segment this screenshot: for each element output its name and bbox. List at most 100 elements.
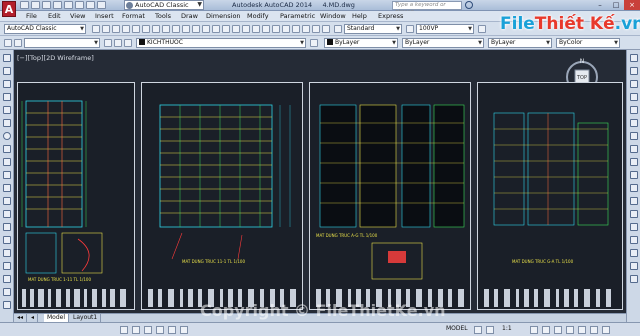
copy-icon[interactable] [630,67,638,75]
otrack-icon[interactable] [180,326,188,334]
calculator-icon[interactable] [312,25,320,33]
print-icon[interactable] [64,1,73,9]
open-icon[interactable] [31,1,40,9]
tool-palettes-icon[interactable] [282,25,290,33]
copy-icon[interactable] [172,25,180,33]
hatch-icon[interactable] [3,236,11,244]
line-icon[interactable] [3,54,11,62]
table-icon[interactable] [3,275,11,283]
maximize-button[interactable]: □ [608,0,624,10]
explode-icon[interactable] [630,275,638,283]
arc-icon[interactable] [3,119,11,127]
open-icon[interactable] [112,25,120,33]
zoom-realtime-icon[interactable] [232,25,240,33]
extend-icon[interactable] [630,184,638,192]
workspace-switching-icon[interactable] [542,326,550,334]
design-center-icon[interactable] [272,25,280,33]
construction-line-icon[interactable] [3,67,11,75]
properties-icon[interactable] [262,25,270,33]
compass-north[interactable]: N [580,58,585,65]
spline-icon[interactable] [3,158,11,166]
menu-modify[interactable]: Modify [247,12,269,20]
zoom-window-icon[interactable] [242,25,250,33]
menu-format[interactable]: Format [122,12,145,20]
search-icon[interactable] [465,1,473,9]
pan-icon[interactable] [222,25,230,33]
isolate-objects-icon[interactable] [578,326,586,334]
menu-window[interactable]: Window [320,12,346,20]
ellipse-arc-icon[interactable] [3,184,11,192]
status-menu-icon[interactable] [590,326,598,334]
trim-icon[interactable] [630,171,638,179]
undo-icon[interactable] [75,1,84,9]
menu-edit[interactable]: Edit [48,12,61,20]
array-icon[interactable] [630,106,638,114]
rotate-icon[interactable] [630,132,638,140]
close-button[interactable]: × [624,0,640,10]
blend-curves-icon[interactable] [630,262,638,270]
region-icon[interactable] [3,262,11,270]
offset-icon[interactable] [630,93,638,101]
annotation-scale[interactable]: 1:1 [502,325,512,332]
help-icon[interactable] [322,25,330,33]
cut-icon[interactable] [162,25,170,33]
move-icon[interactable] [630,119,638,127]
fillet-icon[interactable] [630,249,638,257]
make-block-icon[interactable] [3,210,11,218]
scale-icon[interactable] [630,145,638,153]
new-icon[interactable] [20,1,29,9]
table-style-icon[interactable] [478,25,486,33]
dim-style-icon[interactable] [406,25,414,33]
ellipse-icon[interactable] [3,171,11,179]
quick-view-layouts-icon[interactable] [474,326,482,334]
paste-icon[interactable] [182,25,190,33]
dropdown-icon[interactable] [97,1,106,9]
layer-state-icon[interactable] [14,39,22,47]
lock-icon[interactable] [124,39,132,47]
plot-style-combo[interactable]: ByColor ▼ [556,38,620,48]
minimize-button[interactable]: – [592,0,608,10]
stretch-icon[interactable] [630,158,638,166]
hardware-acceleration-icon[interactable] [566,326,574,334]
menu-file[interactable]: File [26,12,37,20]
search-input[interactable]: Type a keyword or phrase [392,1,462,15]
point-icon[interactable] [3,223,11,231]
dim-style-combo[interactable]: 100VP ▼ [416,24,474,34]
erase-icon[interactable] [630,54,638,62]
polyline-icon[interactable] [3,80,11,88]
ortho-icon[interactable] [144,326,152,334]
menu-dimension[interactable]: Dimension [206,12,241,20]
match-properties-icon[interactable] [192,25,200,33]
menu-parametric[interactable]: Parametric [280,12,315,20]
text-style-combo[interactable]: Standard ▼ [344,24,402,34]
polygon-icon[interactable] [3,93,11,101]
settings-icon[interactable] [92,25,100,33]
model-space-button[interactable]: MODEL [446,325,468,332]
save-as-icon[interactable] [53,1,62,9]
insert-block-icon[interactable] [3,197,11,205]
layer-combo[interactable]: KICHTHUOC ▼ [136,38,306,48]
rectangle-icon[interactable] [3,106,11,114]
text-style-icon[interactable] [334,25,342,33]
clean-screen-icon[interactable] [602,326,610,334]
redo-icon[interactable] [86,1,95,9]
mirror-icon[interactable] [630,80,638,88]
layer-properties-icon[interactable] [4,39,12,47]
annotation-visibility-icon[interactable] [530,326,538,334]
undo-icon[interactable] [202,25,210,33]
save-icon[interactable] [122,25,130,33]
menu-view[interactable]: View [70,12,85,20]
chamfer-icon[interactable] [630,236,638,244]
application-menu-button[interactable]: A [2,1,16,17]
redo-icon[interactable] [212,25,220,33]
workspace-switcher[interactable]: AutoCAD Classic ▼ [124,0,204,10]
sun-icon[interactable] [114,39,122,47]
viewport-controls[interactable]: [−][Top][2D Wireframe] [17,54,94,62]
osnap-icon[interactable] [168,326,176,334]
markup-icon[interactable] [302,25,310,33]
lock-icon[interactable] [554,326,562,334]
polar-icon[interactable] [156,326,164,334]
grid-icon[interactable] [132,326,140,334]
make-current-icon[interactable] [310,39,318,47]
multiline-text-icon[interactable] [3,288,11,296]
